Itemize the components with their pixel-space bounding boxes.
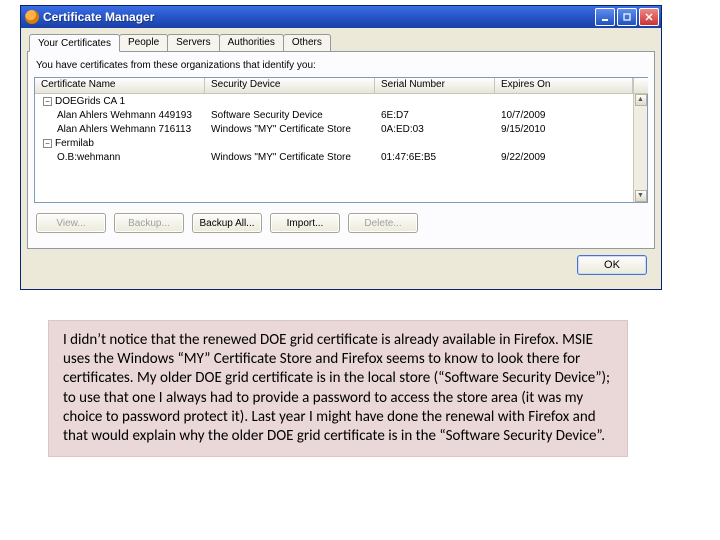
certificate-manager-window: Certificate Manager Your Certificates Pe… [20,5,662,290]
cert-device: Software Security Device [205,110,375,121]
cert-expires: 9/15/2010 [495,124,633,135]
annotation-text: I didn’t notice that the renewed DOE gri… [48,320,628,457]
col-security-device[interactable]: Security Device [205,78,375,93]
cert-device: Windows "MY" Certificate Store [205,124,375,135]
col-extra[interactable] [634,78,648,94]
group-label: DOEGrids CA 1 [55,96,125,107]
backup-button[interactable]: Backup... [114,213,184,233]
backup-all-button[interactable]: Backup All... [192,213,262,233]
column-headers[interactable]: Certificate Name Security Device Serial … [35,78,633,94]
scroll-down-icon[interactable]: ▼ [635,190,647,202]
firefox-icon [25,10,39,24]
cert-serial: 0A:ED:03 [375,124,495,135]
scrollbar[interactable]: ▲ ▼ [633,78,647,202]
panel-caption: You have certificates from these organiz… [36,60,648,71]
cert-serial: 6E:D7 [375,110,495,121]
certificate-row[interactable]: O.B:wehmann Windows "MY" Certificate Sto… [35,150,633,164]
close-button[interactable] [639,8,659,26]
scroll-up-icon[interactable]: ▲ [635,94,647,106]
cert-serial: 01:47:6E:B5 [375,152,495,163]
maximize-button[interactable] [617,8,637,26]
tab-panel: You have certificates from these organiz… [27,51,655,249]
group-row[interactable]: −Fermilab [35,136,633,150]
window-title: Certificate Manager [43,10,595,24]
cert-device: Windows "MY" Certificate Store [205,152,375,163]
tab-strip: Your Certificates People Servers Authori… [29,34,655,51]
col-expires-on[interactable]: Expires On [495,78,633,93]
certificate-list[interactable]: Certificate Name Security Device Serial … [34,77,648,203]
group-label: Fermilab [55,138,94,149]
cert-expires: 9/22/2009 [495,152,633,163]
cert-name: Alan Ahlers Wehmann 716113 [35,124,205,135]
collapse-icon[interactable]: − [43,139,52,148]
col-certificate-name[interactable]: Certificate Name [35,78,205,93]
cert-name: O.B:wehmann [35,152,205,163]
tab-others[interactable]: Others [283,34,331,51]
certificate-row[interactable]: Alan Ahlers Wehmann 716113 Windows "MY" … [35,122,633,136]
minimize-button[interactable] [595,8,615,26]
import-button[interactable]: Import... [270,213,340,233]
tab-servers[interactable]: Servers [167,34,219,51]
group-row[interactable]: −DOEGrids CA 1 [35,94,633,108]
cert-name: Alan Ahlers Wehmann 449193 [35,110,205,121]
cert-expires: 10/7/2009 [495,110,633,121]
certificate-row[interactable]: Alan Ahlers Wehmann 449193 Software Secu… [35,108,633,122]
view-button[interactable]: View... [36,213,106,233]
ok-button[interactable]: OK [577,255,647,275]
tab-your-certificates[interactable]: Your Certificates [29,34,120,52]
titlebar[interactable]: Certificate Manager [21,6,661,28]
tab-authorities[interactable]: Authorities [219,34,284,51]
collapse-icon[interactable]: − [43,97,52,106]
tab-people[interactable]: People [119,34,168,51]
col-serial-number[interactable]: Serial Number [375,78,495,93]
delete-button[interactable]: Delete... [348,213,418,233]
